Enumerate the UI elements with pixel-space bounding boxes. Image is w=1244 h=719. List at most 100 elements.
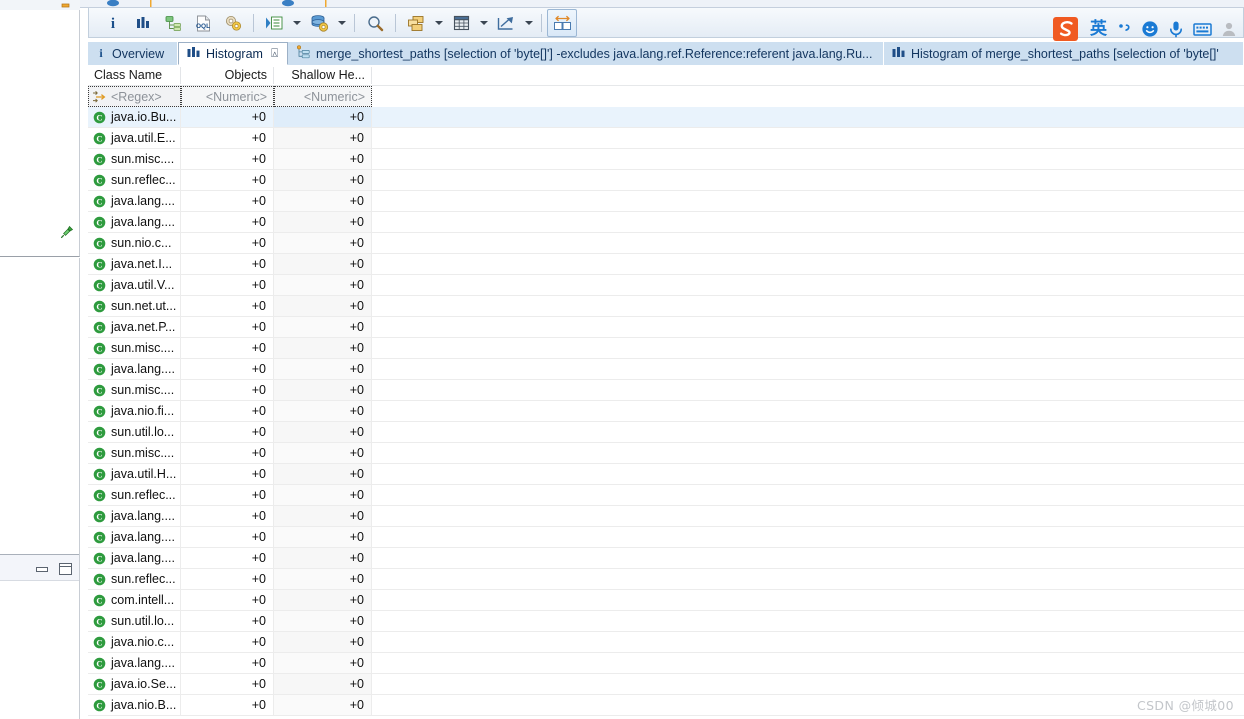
cell-shallow-heap[interactable]: +0 (274, 443, 371, 463)
cell-class-name[interactable]: Csun.misc.... (88, 149, 180, 169)
cell-class-name[interactable]: Csun.nio.c... (88, 233, 180, 253)
table-row[interactable]: Csun.reflec... +0 +0 (88, 569, 1244, 590)
cell-objects[interactable]: +0 (181, 254, 273, 274)
cell-class-name[interactable]: Cjava.io.Bu... (88, 107, 180, 127)
ime-voice-icon[interactable] (1168, 20, 1184, 38)
cell-class-name[interactable]: Cjava.net.P... (88, 317, 180, 337)
cell-objects[interactable]: +0 (181, 485, 273, 505)
export-dropdown-arrow-icon[interactable] (521, 10, 536, 36)
cell-shallow-heap[interactable]: +0 (274, 653, 371, 673)
filter-class-name[interactable]: <Regex> (88, 86, 181, 107)
cell-class-name[interactable]: Cjava.util.H... (88, 464, 180, 484)
table-row[interactable]: Csun.misc.... +0 +0 (88, 443, 1244, 464)
filter-objects[interactable]: <Numeric> (181, 86, 274, 107)
ime-punctuation-icon[interactable] (1116, 21, 1132, 37)
cell-class-name[interactable]: Cjava.nio.c... (88, 632, 180, 652)
cell-shallow-heap[interactable]: +0 (274, 359, 371, 379)
cell-class-name[interactable]: Csun.util.lo... (88, 611, 180, 631)
cell-class-name[interactable]: Cjava.lang.... (88, 527, 180, 547)
tab-histogram[interactable]: Histogram ⍓ (178, 42, 288, 65)
table-row[interactable]: Cjava.net.P... +0 +0 (88, 317, 1244, 338)
maximize-view-button[interactable] (58, 561, 73, 575)
run-query-icon[interactable] (259, 9, 289, 37)
table-row[interactable]: Cjava.util.H... +0 +0 (88, 464, 1244, 485)
cell-class-name[interactable]: Csun.net.ut... (88, 296, 180, 316)
tab-merge-shortest-paths[interactable]: merge_shortest_paths [selection of 'byte… (288, 42, 884, 65)
table-row[interactable]: Cjava.nio.B... +0 +0 (88, 695, 1244, 716)
table-row[interactable]: Cjava.lang.... +0 +0 (88, 359, 1244, 380)
cell-objects[interactable]: +0 (181, 464, 273, 484)
sogou-logo-icon[interactable] (1051, 14, 1081, 44)
cell-objects[interactable]: +0 (181, 632, 273, 652)
table-row[interactable]: Csun.util.lo... +0 +0 (88, 422, 1244, 443)
cell-class-name[interactable]: Cjava.lang.... (88, 548, 180, 568)
cell-shallow-heap[interactable]: +0 (274, 464, 371, 484)
table-row[interactable]: Csun.util.lo... +0 +0 (88, 611, 1244, 632)
table-row[interactable]: Csun.misc.... +0 +0 (88, 380, 1244, 401)
cell-class-name[interactable]: Cjava.nio.fi... (88, 401, 180, 421)
dominator-tree-icon[interactable] (158, 9, 188, 37)
cell-objects[interactable]: +0 (181, 443, 273, 463)
column-header-objects[interactable]: Objects (181, 65, 273, 86)
cell-class-name[interactable]: Csun.reflec... (88, 569, 180, 589)
cell-shallow-heap[interactable]: +0 (274, 191, 371, 211)
cell-shallow-heap[interactable]: +0 (274, 527, 371, 547)
cell-shallow-heap[interactable]: +0 (274, 590, 371, 610)
cell-objects[interactable]: +0 (181, 569, 273, 589)
table-row[interactable]: Cjava.nio.fi... +0 +0 (88, 401, 1244, 422)
cell-objects[interactable]: +0 (181, 422, 273, 442)
cell-objects[interactable]: +0 (181, 170, 273, 190)
cell-class-name[interactable]: Cjava.lang.... (88, 653, 180, 673)
table-row[interactable]: Cjava.lang.... +0 +0 (88, 527, 1244, 548)
cell-class-name[interactable]: Cjava.io.Se... (88, 674, 180, 694)
ime-user-icon[interactable] (1221, 21, 1237, 37)
tab-histogram-of-merge[interactable]: Histogram of merge_shortest_paths [selec… (884, 42, 1244, 65)
cell-shallow-heap[interactable]: +0 (274, 422, 371, 442)
minimize-view-button[interactable] (35, 563, 50, 576)
cell-class-name[interactable]: Cjava.lang.... (88, 212, 180, 232)
cell-shallow-heap[interactable]: +0 (274, 254, 371, 274)
cell-objects[interactable]: +0 (181, 359, 273, 379)
cell-shallow-heap[interactable]: +0 (274, 674, 371, 694)
cell-shallow-heap[interactable]: +0 (274, 296, 371, 316)
cell-shallow-heap[interactable]: +0 (274, 506, 371, 526)
info-icon[interactable]: i (98, 9, 128, 37)
cell-objects[interactable]: +0 (181, 107, 273, 127)
cell-objects[interactable]: +0 (181, 338, 273, 358)
cell-objects[interactable]: +0 (181, 128, 273, 148)
cell-objects[interactable]: +0 (181, 506, 273, 526)
cell-objects[interactable]: +0 (181, 380, 273, 400)
export-icon[interactable] (491, 9, 521, 37)
tab-overview[interactable]: i Overview (88, 42, 178, 65)
table-row[interactable]: Cjava.io.Se... +0 +0 (88, 674, 1244, 695)
cell-class-name[interactable]: Cjava.net.I... (88, 254, 180, 274)
cell-shallow-heap[interactable]: +0 (274, 569, 371, 589)
table-row[interactable]: Cjava.lang.... +0 +0 (88, 191, 1244, 212)
cell-class-name[interactable]: Csun.misc.... (88, 380, 180, 400)
ime-emoji-icon[interactable] (1141, 20, 1159, 38)
cell-objects[interactable]: +0 (181, 653, 273, 673)
cell-class-name[interactable]: Cjava.lang.... (88, 506, 180, 526)
histogram-icon[interactable] (128, 9, 158, 37)
table-row[interactable]: Csun.reflec... +0 +0 (88, 485, 1244, 506)
cell-objects[interactable]: +0 (181, 695, 273, 715)
inspect-settings-icon[interactable] (218, 9, 248, 37)
cell-objects[interactable]: +0 (181, 611, 273, 631)
table-row[interactable]: Cjava.lang.... +0 +0 (88, 653, 1244, 674)
calculate-dropdown-arrow-icon[interactable] (476, 10, 491, 36)
cell-objects[interactable]: +0 (181, 149, 273, 169)
group-by-icon[interactable] (401, 9, 431, 37)
cell-shallow-heap[interactable]: +0 (274, 695, 371, 715)
cell-shallow-heap[interactable]: +0 (274, 107, 371, 127)
cell-class-name[interactable]: Csun.misc.... (88, 443, 180, 463)
pin-icon[interactable] (60, 225, 74, 239)
table-row[interactable]: Cjava.nio.c... +0 +0 (88, 632, 1244, 653)
filter-shallow-heap[interactable]: <Numeric> (274, 86, 372, 107)
cell-class-name[interactable]: Ccom.intell... (88, 590, 180, 610)
cell-shallow-heap[interactable]: +0 (274, 338, 371, 358)
table-row[interactable]: Cjava.lang.... +0 +0 (88, 506, 1244, 527)
cell-class-name[interactable]: Cjava.lang.... (88, 359, 180, 379)
table-row[interactable]: Csun.misc.... +0 +0 (88, 338, 1244, 359)
cell-class-name[interactable]: Csun.reflec... (88, 485, 180, 505)
cell-shallow-heap[interactable]: +0 (274, 212, 371, 232)
